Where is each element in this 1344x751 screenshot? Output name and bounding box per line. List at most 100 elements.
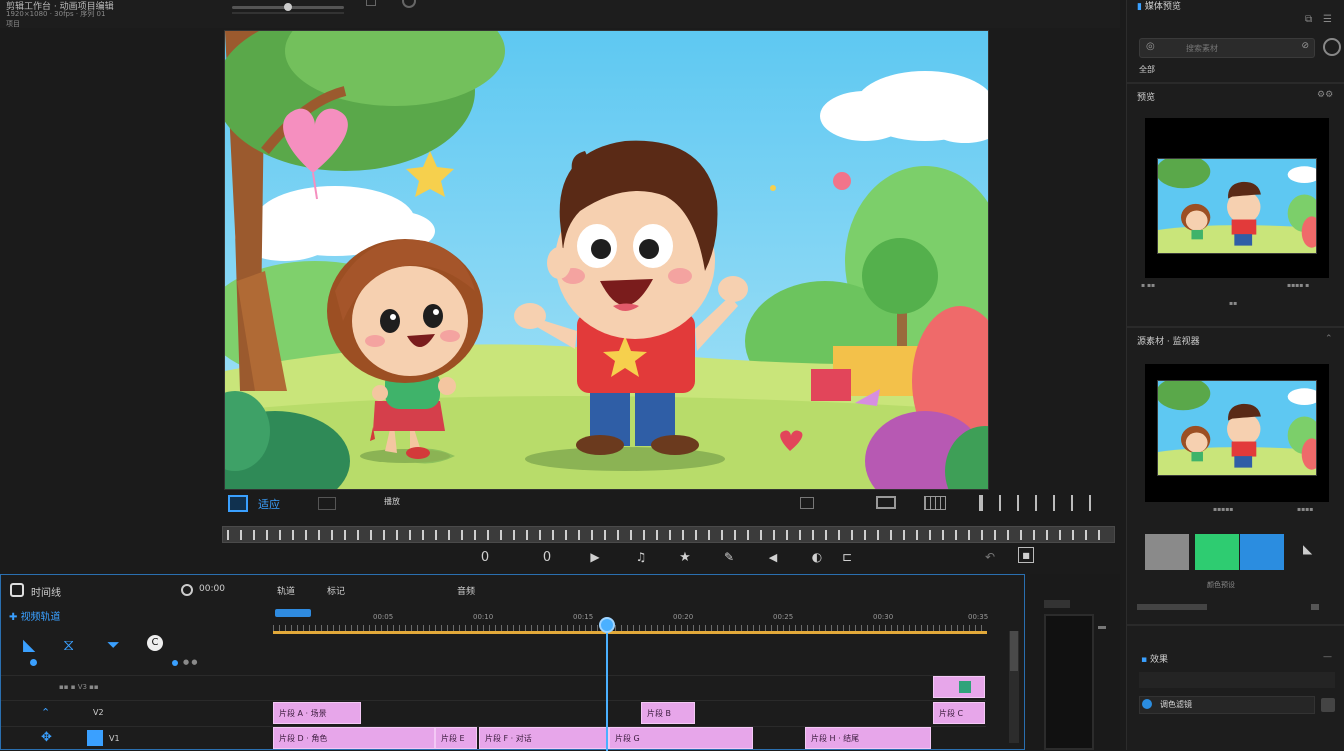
ruler-label-3: 00:15 xyxy=(573,613,594,621)
ruler-label-2: 00:10 xyxy=(473,613,494,621)
thumb1-left-caption: ▪ ▪▪ xyxy=(1141,282,1156,289)
play-button[interactable]: ▶ xyxy=(580,547,610,567)
track-group-label[interactable]: ✚ 视频轨道 xyxy=(9,608,61,623)
compare-icon[interactable] xyxy=(800,497,814,509)
right-panel-close-icon[interactable]: ⧉ xyxy=(1305,14,1312,25)
settings-icon[interactable] xyxy=(402,0,416,8)
section-preview-options-icon[interactable]: ⚙⚙ xyxy=(1317,90,1333,100)
snap-tool-icon[interactable]: C xyxy=(147,635,163,651)
color-swatch-gray[interactable] xyxy=(1145,534,1189,570)
zoom-label[interactable]: 适应 xyxy=(258,496,280,512)
preview-thumb-2[interactable] xyxy=(1157,380,1317,476)
in-point-button[interactable]: 0 xyxy=(470,547,500,567)
refresh-icon[interactable] xyxy=(1323,38,1341,56)
lock-icon[interactable] xyxy=(366,0,376,6)
work-area-bar[interactable] xyxy=(275,609,311,617)
timecode-icon[interactable] xyxy=(181,584,193,596)
track-group-text: 视频轨道 xyxy=(20,612,61,623)
filter-tab[interactable]: 全部 xyxy=(1139,64,1155,75)
clip-v2-c[interactable]: 片段 C xyxy=(933,702,985,724)
thumb1-right-caption: ▪▪▪▪ ▪ xyxy=(1287,282,1310,289)
timeline-scrollbar-thumb[interactable] xyxy=(1010,631,1018,671)
col-markers[interactable]: 标记 xyxy=(327,584,345,597)
clear-search-icon[interactable]: ⊘ xyxy=(1301,41,1309,51)
dot-indicator-3: ● ● xyxy=(183,658,198,666)
undo-icon[interactable]: ↶ xyxy=(982,547,998,567)
volume-slider[interactable] xyxy=(232,3,344,11)
audio-button[interactable]: ♫ xyxy=(626,547,656,567)
color-swatch-blue[interactable] xyxy=(1240,534,1284,570)
track-v2-lock-icon[interactable]: ⌃ xyxy=(41,706,50,719)
color-slider-end[interactable] xyxy=(1311,604,1319,610)
preview-thumb-1[interactable] xyxy=(1157,158,1317,254)
clip-v2-b[interactable]: 片段 B xyxy=(641,702,695,724)
clip-v2-a[interactable]: 片段 A · 场景 xyxy=(273,702,361,724)
preview-thumb-2-image xyxy=(1158,381,1316,475)
color-swatch-green[interactable] xyxy=(1195,534,1239,570)
right-panel-menu-icon[interactable]: ☰ xyxy=(1323,14,1332,25)
mode-label[interactable]: 播放 xyxy=(384,496,400,507)
razor-tool-icon[interactable]: ⧖ xyxy=(63,635,74,655)
timeline-panel: 时间线 00:00 轨道 标记 音频 ✚ 视频轨道 ◣ ⧖ ⏷ C ● ● 00… xyxy=(0,574,1025,751)
effect-item-label: 调色滤镜 xyxy=(1160,700,1192,709)
right-panel-header: ▮ 媒体预览 xyxy=(1137,2,1181,12)
favorite-button[interactable]: ★ xyxy=(670,547,700,567)
search-icon: ◎ xyxy=(1146,41,1155,52)
search-bar[interactable]: ◎ ⊘ xyxy=(1139,38,1315,58)
out-point-button[interactable]: 0 xyxy=(532,547,562,567)
track-v1-move-icon[interactable]: ✥ xyxy=(41,730,52,745)
mask-button[interactable]: ◐ xyxy=(802,547,832,567)
timeline-title: 时间线 xyxy=(31,588,61,599)
track-row-v2: ⌃ V2 xyxy=(1,700,986,725)
thumb1-center-caption: ▪▪ xyxy=(1229,300,1238,307)
top-bar: 剪辑工作台 · 动画项目编辑 1920×1080 · 30fps · 序列 01… xyxy=(0,0,1120,28)
marker-tool-icon[interactable]: ⏷ xyxy=(107,635,120,655)
aspect-ratio-icon[interactable] xyxy=(876,496,896,509)
ruler-label-1: 00:05 xyxy=(373,613,394,621)
grid-icon[interactable] xyxy=(924,496,946,510)
fit-view-icon[interactable] xyxy=(228,495,248,512)
volume-slider-knob[interactable] xyxy=(284,3,292,11)
track-row-v3: ▪▪ ▪ V3 ▪▪ xyxy=(1,675,986,699)
clip-v1-e[interactable]: 片段 E xyxy=(435,727,477,749)
color-slider[interactable] xyxy=(1137,604,1207,610)
timecode-label: 00:00 xyxy=(199,584,225,594)
playhead-handle[interactable] xyxy=(599,617,615,633)
timeline-scrollbar[interactable] xyxy=(1009,631,1019,743)
clip-v1-d[interactable]: 片段 D · 角色 xyxy=(273,727,435,749)
safe-area-icon[interactable] xyxy=(318,497,336,510)
rewind-button[interactable]: ◀ xyxy=(758,547,788,567)
ruler-label-5: 00:25 xyxy=(773,613,794,621)
effects-search-row[interactable] xyxy=(1139,672,1335,688)
thumb2-right-caption: ▪▪▪▪ xyxy=(1297,506,1314,513)
track-v3-header: ▪▪ ▪ V3 ▪▪ xyxy=(59,683,99,691)
effects-collapse-icon[interactable]: — xyxy=(1323,652,1332,662)
audio-meter-panel xyxy=(1030,574,1120,750)
col-audio[interactable]: 音频 xyxy=(457,584,475,597)
add-track-icon[interactable]: ✚ xyxy=(9,612,21,623)
preview-control-bar: 适应 播放 xyxy=(224,492,1116,516)
clip-v1-g[interactable]: 片段 G xyxy=(609,727,753,749)
clip-v1-h[interactable]: 片段 H · 结尾 xyxy=(805,727,931,749)
audio-meter xyxy=(1044,614,1094,750)
section-source-collapse-icon[interactable]: ⌃ xyxy=(1325,334,1333,344)
playhead[interactable] xyxy=(606,619,608,751)
edit-button[interactable]: ✎ xyxy=(714,547,744,567)
selection-tool-icon[interactable]: ◣ xyxy=(23,635,35,654)
frame-strip[interactable] xyxy=(222,526,1115,543)
col-tracks[interactable]: 轨道 xyxy=(277,584,295,597)
volume-bar-underline xyxy=(232,12,344,14)
effect-apply-button[interactable] xyxy=(1321,698,1335,712)
timeline-ruler[interactable]: 00:05 00:10 00:15 00:20 00:25 00:30 00:3… xyxy=(273,609,989,637)
crop-button[interactable]: ⊏ xyxy=(832,547,862,567)
color-picker-icon[interactable]: ◣ xyxy=(1303,542,1312,556)
clip-v3-end[interactable] xyxy=(933,676,985,698)
search-input[interactable] xyxy=(1186,41,1286,55)
clip-v1-f[interactable]: 片段 F · 对话 xyxy=(479,727,609,749)
track-v1-toggle[interactable] xyxy=(87,730,103,746)
view-options[interactable] xyxy=(979,495,1097,511)
effect-item[interactable]: 调色滤镜 xyxy=(1139,696,1315,714)
ruler-label-7: 00:35 xyxy=(968,613,989,621)
fullscreen-icon[interactable]: ■ xyxy=(1018,547,1034,563)
window-subtitle: 1920×1080 · 30fps · 序列 01 xyxy=(6,10,106,18)
